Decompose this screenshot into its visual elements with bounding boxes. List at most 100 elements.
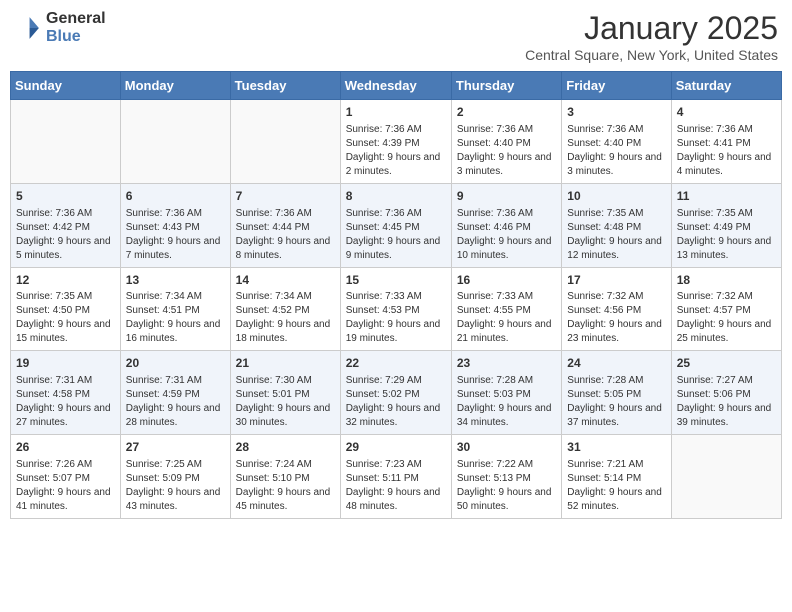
day-info: Sunrise: 7:32 AMSunset: 4:57 PMDaylight:… xyxy=(677,290,776,346)
calendar-cell: 4 Sunrise: 7:36 AMSunset: 4:41 PMDaylight… xyxy=(671,100,781,184)
day-header-tuesday: Tuesday xyxy=(230,72,340,100)
day-header-monday: Monday xyxy=(120,72,230,100)
day-number: 16 xyxy=(457,272,556,289)
day-number: 14 xyxy=(236,272,335,289)
calendar-cell: 21Sunrise: 7:30 AMSunset: 5:01 PMDayligh… xyxy=(230,351,340,435)
calendar-cell: 1 Sunrise: 7:36 AMSunset: 4:39 PMDaylight… xyxy=(340,100,451,184)
logo-text: General Blue xyxy=(46,10,106,45)
calendar-cell: 10 Sunrise: 7:35 AMSunset: 4:48 PMDayligh… xyxy=(562,183,671,267)
day-number: 12 xyxy=(16,272,115,289)
day-info: Sunrise: 7:25 AMSunset: 5:09 PMDaylight:… xyxy=(126,458,225,514)
day-info: Sunrise: 7:35 AMSunset: 4:49 PMDaylight:… xyxy=(677,207,776,263)
calendar-cell: 31 Sunrise: 7:21 AMSunset: 5:14 PMDayligh… xyxy=(562,435,671,519)
day-number: 23 xyxy=(457,355,556,372)
day-info: Sunrise: 7:36 AMSunset: 4:42 PMDaylight:… xyxy=(16,207,115,263)
calendar-cell: 24Sunrise: 7:28 AMSunset: 5:05 PMDayligh… xyxy=(562,351,671,435)
calendar-cell: 2Sunrise: 7:36 AMSunset: 4:40 PMDaylight… xyxy=(451,100,561,184)
day-header-thursday: Thursday xyxy=(451,72,561,100)
day-number: 25 xyxy=(677,355,776,372)
day-header-friday: Friday xyxy=(562,72,671,100)
calendar-cell: 3 Sunrise: 7:36 AMSunset: 4:40 PMDaylight… xyxy=(562,100,671,184)
day-number: 30 xyxy=(457,439,556,456)
day-info: Sunrise: 7:34 AMSunset: 4:51 PMDaylight:… xyxy=(126,290,225,346)
day-number: 15 xyxy=(346,272,446,289)
day-info: Sunrise: 7:36 AMSunset: 4:45 PMDaylight:… xyxy=(346,207,446,263)
calendar-cell: 13Sunrise: 7:34 AMSunset: 4:51 PMDayligh… xyxy=(120,267,230,351)
calendar-week-2: 5 Sunrise: 7:36 AMSunset: 4:42 PMDaylight… xyxy=(11,183,782,267)
calendar-table: SundayMondayTuesdayWednesdayThursdayFrid… xyxy=(10,71,782,519)
logo-icon xyxy=(14,14,42,42)
day-number: 18 xyxy=(677,272,776,289)
day-number: 17 xyxy=(567,272,665,289)
day-info: Sunrise: 7:26 AMSunset: 5:07 PMDaylight:… xyxy=(16,458,115,514)
calendar-week-4: 19Sunrise: 7:31 AMSunset: 4:58 PMDayligh… xyxy=(11,351,782,435)
day-number: 22 xyxy=(346,355,446,372)
calendar-cell: 18Sunrise: 7:32 AMSunset: 4:57 PMDayligh… xyxy=(671,267,781,351)
day-number: 6 xyxy=(126,188,225,205)
day-number: 28 xyxy=(236,439,335,456)
calendar-cell: 25 Sunrise: 7:27 AMSunset: 5:06 PMDayligh… xyxy=(671,351,781,435)
day-number: 11 xyxy=(677,188,776,205)
logo-general: General xyxy=(46,10,106,28)
day-number: 9 xyxy=(457,188,556,205)
calendar-cell: 14Sunrise: 7:34 AMSunset: 4:52 PMDayligh… xyxy=(230,267,340,351)
calendar-cell: 9Sunrise: 7:36 AMSunset: 4:46 PMDaylight… xyxy=(451,183,561,267)
month-title: January 2025 xyxy=(525,10,778,47)
day-number: 31 xyxy=(567,439,665,456)
day-info: Sunrise: 7:29 AMSunset: 5:02 PMDaylight:… xyxy=(346,374,446,430)
calendar-cell: 27Sunrise: 7:25 AMSunset: 5:09 PMDayligh… xyxy=(120,435,230,519)
calendar-week-3: 12Sunrise: 7:35 AMSunset: 4:50 PMDayligh… xyxy=(11,267,782,351)
day-number: 8 xyxy=(346,188,446,205)
day-number: 4 xyxy=(677,104,776,121)
calendar-cell: 23 Sunrise: 7:28 AMSunset: 5:03 PMDayligh… xyxy=(451,351,561,435)
logo-blue: Blue xyxy=(46,28,106,46)
day-info: Sunrise: 7:35 AMSunset: 4:48 PMDaylight:… xyxy=(567,207,665,263)
day-number: 10 xyxy=(567,188,665,205)
day-info: Sunrise: 7:36 AMSunset: 4:41 PMDaylight:… xyxy=(677,123,776,179)
calendar-cell: 7Sunrise: 7:36 AMSunset: 4:44 PMDaylight… xyxy=(230,183,340,267)
calendar-cell xyxy=(671,435,781,519)
day-info: Sunrise: 7:21 AMSunset: 5:14 PMDaylight:… xyxy=(567,458,665,514)
day-number: 5 xyxy=(16,188,115,205)
day-number: 3 xyxy=(567,104,665,121)
day-info: Sunrise: 7:33 AMSunset: 4:55 PMDaylight:… xyxy=(457,290,556,346)
calendar-cell: 20 Sunrise: 7:31 AMSunset: 4:59 PMDayligh… xyxy=(120,351,230,435)
calendar-cell: 17Sunrise: 7:32 AMSunset: 4:56 PMDayligh… xyxy=(562,267,671,351)
calendar-cell: 28Sunrise: 7:24 AMSunset: 5:10 PMDayligh… xyxy=(230,435,340,519)
location: Central Square, New York, United States xyxy=(525,47,778,63)
calendar-cell: 5 Sunrise: 7:36 AMSunset: 4:42 PMDaylight… xyxy=(11,183,121,267)
calendar-cell: 8 Sunrise: 7:36 AMSunset: 4:45 PMDaylight… xyxy=(340,183,451,267)
calendar-cell: 11 Sunrise: 7:35 AMSunset: 4:49 PMDayligh… xyxy=(671,183,781,267)
day-info: Sunrise: 7:36 AMSunset: 4:40 PMDaylight:… xyxy=(567,123,665,179)
calendar-cell: 16Sunrise: 7:33 AMSunset: 4:55 PMDayligh… xyxy=(451,267,561,351)
calendar-cell: 22 Sunrise: 7:29 AMSunset: 5:02 PMDayligh… xyxy=(340,351,451,435)
day-info: Sunrise: 7:31 AMSunset: 4:58 PMDaylight:… xyxy=(16,374,115,430)
day-info: Sunrise: 7:36 AMSunset: 4:39 PMDaylight:… xyxy=(346,123,446,179)
day-header-wednesday: Wednesday xyxy=(340,72,451,100)
calendar-cell: 12Sunrise: 7:35 AMSunset: 4:50 PMDayligh… xyxy=(11,267,121,351)
day-header-sunday: Sunday xyxy=(11,72,121,100)
calendar-week-5: 26 Sunrise: 7:26 AMSunset: 5:07 PMDayligh… xyxy=(11,435,782,519)
day-info: Sunrise: 7:27 AMSunset: 5:06 PMDaylight:… xyxy=(677,374,776,430)
calendar-cell: 29 Sunrise: 7:23 AMSunset: 5:11 PMDayligh… xyxy=(340,435,451,519)
day-number: 26 xyxy=(16,439,115,456)
calendar-cell: 30 Sunrise: 7:22 AMSunset: 5:13 PMDayligh… xyxy=(451,435,561,519)
day-info: Sunrise: 7:22 AMSunset: 5:13 PMDaylight:… xyxy=(457,458,556,514)
calendar-cell: 15Sunrise: 7:33 AMSunset: 4:53 PMDayligh… xyxy=(340,267,451,351)
day-number: 20 xyxy=(126,355,225,372)
day-info: Sunrise: 7:35 AMSunset: 4:50 PMDaylight:… xyxy=(16,290,115,346)
day-info: Sunrise: 7:23 AMSunset: 5:11 PMDaylight:… xyxy=(346,458,446,514)
day-number: 24 xyxy=(567,355,665,372)
day-info: Sunrise: 7:32 AMSunset: 4:56 PMDaylight:… xyxy=(567,290,665,346)
calendar-cell xyxy=(120,100,230,184)
calendar-cell: 6Sunrise: 7:36 AMSunset: 4:43 PMDaylight… xyxy=(120,183,230,267)
day-number: 2 xyxy=(457,104,556,121)
calendar-cell: 26 Sunrise: 7:26 AMSunset: 5:07 PMDayligh… xyxy=(11,435,121,519)
day-info: Sunrise: 7:28 AMSunset: 5:03 PMDaylight:… xyxy=(457,374,556,430)
calendar-header-row: SundayMondayTuesdayWednesdayThursdayFrid… xyxy=(11,72,782,100)
page-header: General Blue January 2025 Central Square… xyxy=(10,10,782,63)
day-info: Sunrise: 7:31 AMSunset: 4:59 PMDaylight:… xyxy=(126,374,225,430)
day-number: 29 xyxy=(346,439,446,456)
day-number: 1 xyxy=(346,104,446,121)
day-info: Sunrise: 7:33 AMSunset: 4:53 PMDaylight:… xyxy=(346,290,446,346)
